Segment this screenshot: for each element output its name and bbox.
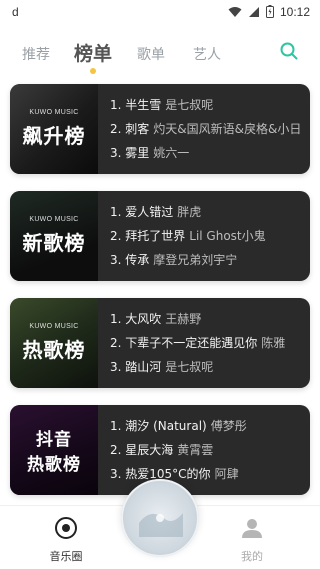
track-title: 1. 大风吹 — [110, 312, 162, 326]
user-icon — [240, 516, 264, 544]
disc-icon — [54, 516, 78, 544]
search-icon[interactable] — [278, 40, 302, 64]
track-item[interactable]: 1. 爱人错过 胖虎 — [110, 200, 310, 224]
status-bar: d 10:12 — [0, 0, 320, 24]
track-title: 1. 爱人错过 — [110, 205, 174, 219]
nav-music-circle[interactable]: 音乐圈 — [36, 516, 96, 564]
track-list: 1. 爱人错过 胖虎 2. 拜托了世界 Lil Ghost小鬼 3. 传承 摩登兄弟刘… — [110, 200, 310, 272]
track-title: 3. 雾里 — [110, 146, 150, 160]
track-item[interactable]: 1. 潮汐 (Natural) 傅梦彤 — [110, 414, 310, 438]
tab-recommend[interactable]: 推荐 — [22, 44, 50, 64]
track-artist: 傅梦彤 — [210, 419, 247, 433]
track-item[interactable]: 3. 热爱105°C的你 阿肆 — [110, 462, 310, 486]
chart-card-new[interactable]: KUWO MUSIC 新歌榜 1. 爱人错过 胖虎 2. 拜托了世界 Lil Gho… — [10, 191, 310, 281]
cover-brand: KUWO MUSIC — [29, 109, 79, 116]
track-item[interactable]: 2. 下辈子不一定还能遇见你 陈雅 — [110, 331, 310, 355]
signal-icon — [248, 3, 260, 22]
track-artist: 王赫野 — [165, 312, 202, 326]
track-item[interactable]: 3. 踏山河 是七叔呢 — [110, 355, 310, 379]
track-artist: Lil Ghost小鬼 — [189, 229, 266, 243]
nav-mine[interactable]: 我的 — [222, 516, 282, 564]
track-item[interactable]: 2. 刺客 灼天&国风新语&戾格&小日 — [110, 117, 310, 141]
track-item[interactable]: 1. 大风吹 王赫野 — [110, 307, 310, 331]
cover-title: 热歌榜 — [22, 338, 86, 362]
track-title: 2. 下辈子不一定还能遇见你 — [110, 336, 258, 350]
track-item[interactable]: 3. 传承 摩登兄弟刘宇宁 — [110, 248, 310, 272]
chart-card-soaring[interactable]: KUWO MUSIC 飙升榜 1. 半生雪 是七叔呢 2. 刺客 灼天&国风新语&戾… — [10, 84, 310, 174]
chart-cover: KUWO MUSIC 飙升榜 — [10, 84, 98, 174]
cover-brand: KUWO MUSIC — [29, 323, 79, 330]
track-artist: 是七叔呢 — [165, 98, 214, 112]
cover-title: 新歌榜 — [22, 231, 86, 255]
wifi-icon — [228, 3, 242, 22]
track-list: 1. 潮汐 (Natural) 傅梦彤 2. 星辰大海 黄霄雲 3. 热爱105°C… — [110, 414, 310, 486]
track-title: 2. 刺客 — [110, 122, 150, 136]
track-item[interactable]: 2. 星辰大海 黄霄雲 — [110, 438, 310, 462]
track-artist: 黄霄雲 — [177, 443, 214, 457]
active-tab-indicator — [90, 68, 96, 74]
cover-brand: KUWO MUSIC — [29, 216, 79, 223]
track-artist: 摩登兄弟刘宇宁 — [153, 253, 238, 267]
track-title: 1. 潮汐 (Natural) — [110, 419, 207, 433]
track-item[interactable]: 1. 半生雪 是七叔呢 — [110, 93, 310, 117]
chart-cover: KUWO MUSIC 热歌榜 — [10, 298, 98, 388]
track-title: 3. 踏山河 — [110, 360, 162, 374]
top-tabs: 推荐 榜单 歌单 艺人 — [0, 30, 320, 78]
status-icons: 10:12 — [228, 3, 310, 22]
track-title: 2. 星辰大海 — [110, 443, 174, 457]
track-item[interactable]: 3. 雾里 姚六一 — [110, 141, 310, 165]
tab-artists[interactable]: 艺人 — [193, 44, 221, 64]
cover-title: 飙升榜 — [22, 124, 86, 148]
nav-music-label: 音乐圈 — [49, 550, 83, 563]
track-artist: 姚六一 — [153, 146, 190, 160]
track-title: 3. 传承 — [110, 253, 150, 267]
status-indicator: d — [12, 5, 19, 19]
nav-mine-label: 我的 — [241, 550, 263, 563]
track-artist: 胖虎 — [177, 205, 202, 219]
track-title: 2. 拜托了世界 — [110, 229, 186, 243]
track-artist: 是七叔呢 — [165, 360, 214, 374]
track-list: 1. 大风吹 王赫野 2. 下辈子不一定还能遇见你 陈雅 3. 踏山河 是七叔呢 — [110, 307, 310, 379]
battery-icon — [265, 3, 274, 22]
track-item[interactable]: 2. 拜托了世界 Lil Ghost小鬼 — [110, 224, 310, 248]
cover-title: 热歌榜 — [27, 455, 81, 475]
tab-playlists[interactable]: 歌单 — [137, 44, 165, 64]
track-artist: 灼天&国风新语&戾格&小日 — [153, 122, 302, 136]
chart-card-hot[interactable]: KUWO MUSIC 热歌榜 1. 大风吹 王赫野 2. 下辈子不一定还能遇见你陈… — [10, 298, 310, 388]
chart-cover: KUWO MUSIC 新歌榜 — [10, 191, 98, 281]
now-playing-disc[interactable] — [121, 479, 199, 557]
track-list: 1. 半生雪 是七叔呢 2. 刺客 灼天&国风新语&戾格&小日 3. 雾里 姚六一 — [110, 93, 310, 165]
tab-charts[interactable]: 榜单 — [74, 39, 112, 66]
track-artist: 陈雅 — [261, 336, 286, 350]
status-time: 10:12 — [279, 5, 310, 19]
chart-cover: 抖音 热歌榜 — [10, 405, 98, 495]
cover-brand: 抖音 — [36, 430, 72, 450]
track-title: 1. 半生雪 — [110, 98, 162, 112]
track-artist: 阿肆 — [214, 467, 239, 481]
